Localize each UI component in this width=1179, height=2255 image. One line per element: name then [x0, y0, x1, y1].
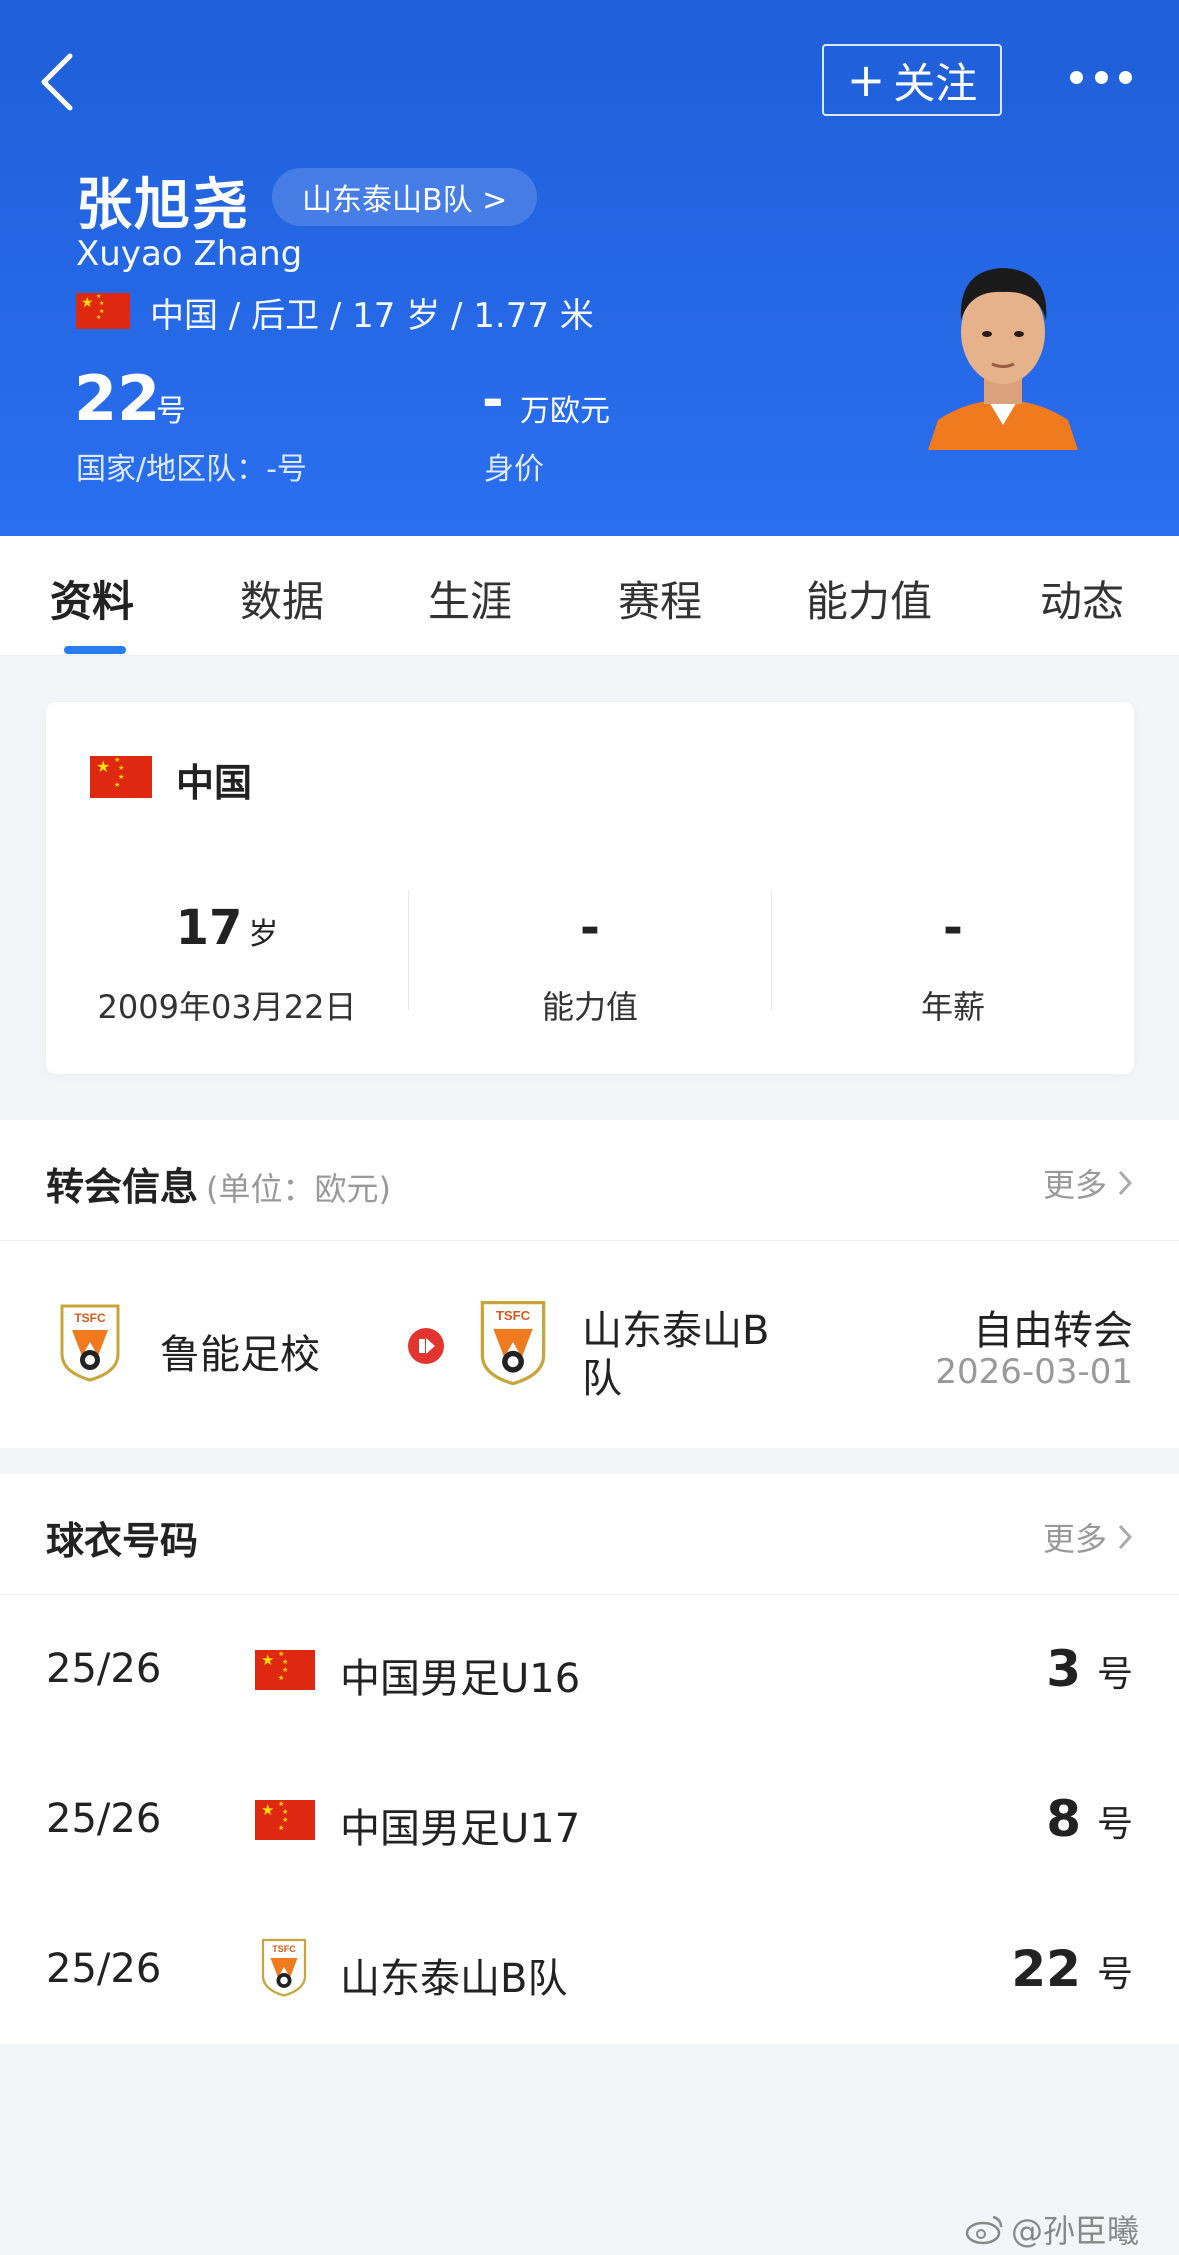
shirt-number-unit: 号 — [1096, 1804, 1133, 1845]
row-team[interactable]: 中国男足U16 — [340, 1646, 580, 1704]
row-season: 25/26 — [46, 1946, 162, 1992]
row-season: 25/26 — [46, 1796, 162, 1842]
market-value-unit: 万欧元 — [520, 394, 610, 429]
china-flag-icon: ★ ★ ★ ★ ★ — [255, 1650, 315, 1690]
transfer-type: 自由转会 — [973, 1308, 1133, 1354]
national-team-number: 国家/地区队：-号 — [76, 452, 307, 487]
row-team[interactable]: 山东泰山B队 — [340, 1946, 567, 2004]
birthday: 2009年03月22日 — [97, 988, 357, 1026]
tab-stats[interactable]: 数据 — [240, 568, 324, 629]
shirt-number-value: 3 — [1046, 1640, 1081, 1698]
shirt-number-value: 22 — [1011, 1940, 1081, 1998]
player-meta: 中国 / 后卫 / 17 岁 / 1.77 米 — [150, 296, 594, 336]
shirt-numbers-section: 球衣号码 更多 — [0, 1474, 1179, 2044]
back-button[interactable] — [34, 52, 84, 112]
salary-stat: - 年薪 — [772, 900, 1134, 1028]
row-season: 25/26 — [46, 1646, 162, 1692]
player-name: 张旭尧 — [76, 173, 250, 238]
country-name: 中国 — [176, 761, 253, 805]
to-team-continued[interactable]: 队 — [582, 1346, 622, 1404]
follow-label: 关注 — [893, 58, 978, 108]
profile-card: ★ ★ ★ ★ ★ 中国 17 岁 2009年03月22日 - 能力值 - 年薪 — [46, 702, 1134, 1074]
tab-career[interactable]: 生涯 — [428, 568, 512, 629]
shirt-number-unit: 号 — [1096, 1654, 1133, 1695]
transfer-more-link[interactable]: 更多 — [1043, 1160, 1133, 1206]
plus-icon: + — [846, 53, 886, 107]
from-team[interactable]: 鲁能足校 — [160, 1322, 320, 1380]
club-crest-icon: TSFC — [480, 1300, 546, 1386]
china-flag-icon: ★ ★ ★ ★ ★ — [76, 293, 130, 329]
tab-schedule[interactable]: 赛程 — [618, 568, 702, 629]
shirt-number-unit: 号 — [1096, 1954, 1133, 1995]
section-divider — [0, 1594, 1179, 1595]
watermark: @孙臣曦 — [965, 2206, 1139, 2252]
row-number: 3 号 — [1046, 1640, 1133, 1698]
svg-text:TSFC: TSFC — [272, 1944, 296, 1954]
ability-value: - — [580, 900, 600, 956]
china-flag-icon: ★ ★ ★ ★ ★ — [255, 1800, 315, 1840]
tab-profile[interactable]: 资料 — [50, 568, 134, 629]
more-label: 更多 — [1042, 1520, 1107, 1558]
svg-text:TSFC: TSFC — [74, 1311, 106, 1325]
market-value: - — [482, 370, 504, 430]
shirt-number-unit: 号 — [156, 394, 186, 429]
player-avatar — [928, 268, 1078, 450]
team-link[interactable]: 山东泰山B队 > — [272, 168, 538, 226]
ability-label: 能力值 — [541, 988, 638, 1026]
transfer-arrow-icon — [408, 1328, 444, 1364]
row-number: 22 号 — [1011, 1940, 1133, 1998]
transfer-title: 转会信息 (单位：欧元) — [46, 1156, 391, 1211]
age-unit: 岁 — [248, 917, 279, 952]
transfer-title-text: 转会信息 — [46, 1165, 199, 1209]
weibo-icon — [965, 2215, 1003, 2245]
salary-label: 年薪 — [920, 988, 985, 1026]
transfer-date: 2026-03-01 — [935, 1352, 1133, 1392]
shirt-numbers-more-link[interactable]: 更多 — [1043, 1514, 1133, 1560]
player-name-english: Xuyao Zhang — [76, 234, 303, 274]
club-crest-icon: TSFC — [261, 1938, 307, 1997]
chevron-left-icon — [41, 53, 73, 111]
age-value: 17 — [175, 900, 243, 956]
shirt-number-value: 8 — [1046, 1790, 1081, 1848]
chevron-right-icon — [1118, 1170, 1133, 1196]
salary-value: - — [943, 900, 963, 956]
china-flag-icon: ★ ★ ★ ★ ★ — [90, 756, 152, 798]
shirt-numbers-title: 球衣号码 — [46, 1519, 199, 1563]
chevron-right-icon — [1118, 1524, 1133, 1550]
shirt-number: 22 — [74, 362, 161, 435]
tab-news[interactable]: 动态 — [1040, 568, 1124, 629]
row-number: 8 号 — [1046, 1790, 1133, 1848]
active-tab-indicator — [64, 646, 126, 654]
age-stat: 17 岁 2009年03月22日 — [46, 900, 408, 1028]
follow-button[interactable]: + 关注 — [822, 44, 1002, 116]
market-value-label: 身价 — [484, 452, 544, 487]
tab-ability[interactable]: 能力值 — [806, 568, 932, 629]
transfer-unit: (单位：欧元) — [206, 1170, 391, 1208]
tab-bar: 资料 数据 生涯 赛程 能力值 动态 — [0, 536, 1179, 656]
svg-text:TSFC: TSFC — [496, 1308, 531, 1323]
ability-stat: - 能力值 — [409, 900, 771, 1028]
row-team[interactable]: 中国男足U17 — [340, 1796, 580, 1854]
player-header: + 关注 张旭尧 山东泰山B队 > Xuyao Zhang ★ ★ ★ ★ ★ … — [0, 0, 1179, 536]
more-options-icon[interactable] — [1070, 62, 1132, 92]
club-crest-icon: TSFC — [60, 1304, 120, 1382]
watermark-text: @孙臣曦 — [1010, 2212, 1139, 2250]
section-divider — [0, 1240, 1179, 1241]
more-label: 更多 — [1042, 1166, 1107, 1204]
